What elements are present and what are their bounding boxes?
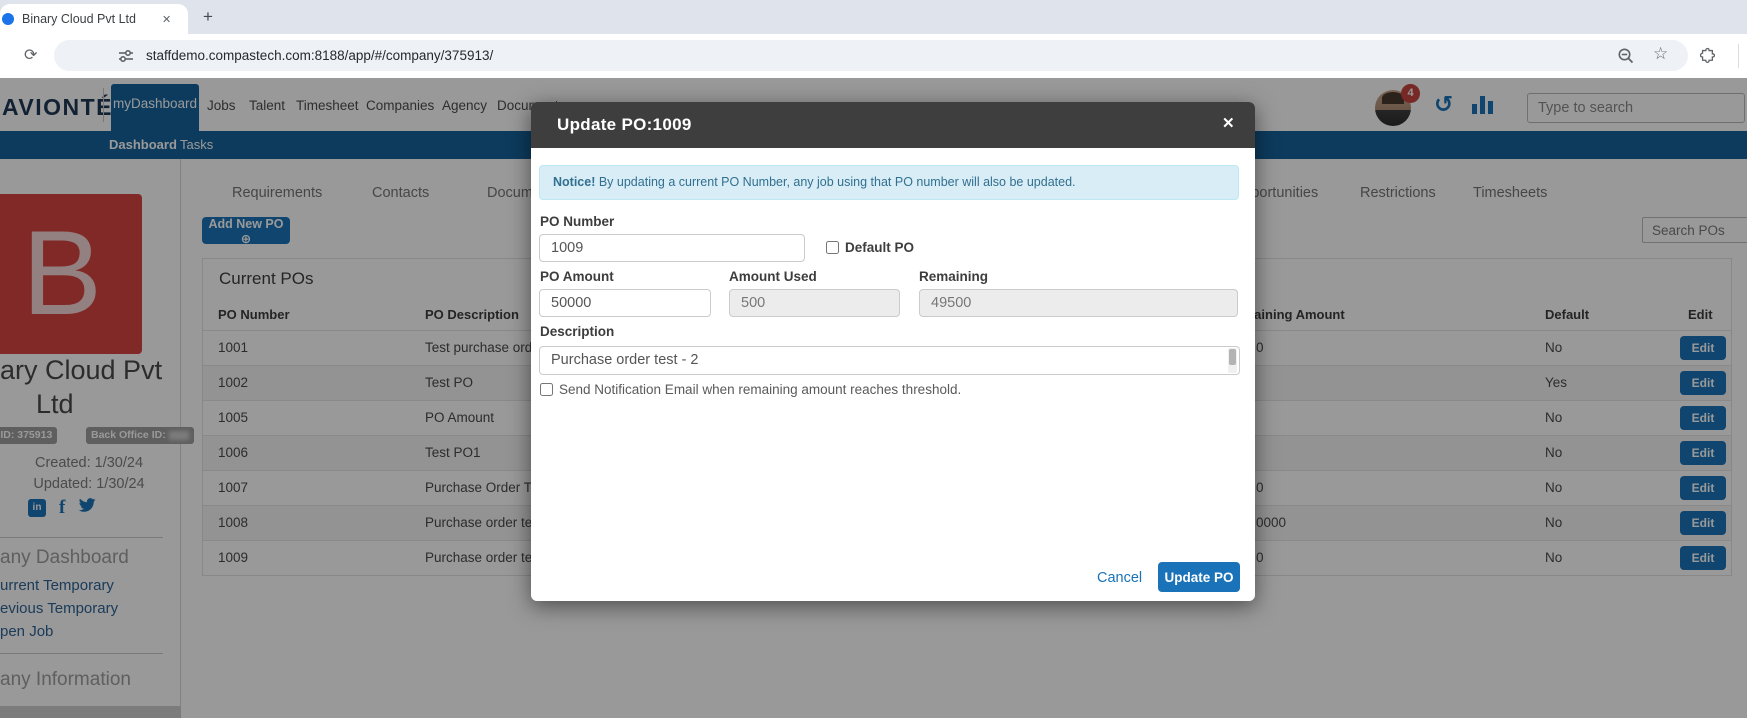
site-settings-icon[interactable] <box>118 48 134 69</box>
description-textarea[interactable]: Purchase order test - 2 <box>539 346 1240 375</box>
update-po-modal: Update PO:1009 ✕ Notice! By updating a c… <box>531 102 1255 601</box>
tab-favicon-icon <box>2 13 14 25</box>
zoom-indicator-icon[interactable] <box>1617 47 1635 70</box>
notification-checkbox[interactable] <box>540 383 553 396</box>
page: Binary Cloud Pvt Ltd ✕ + ‹ ⟳ staffdemo.c… <box>0 0 1747 718</box>
tab-title: Binary Cloud Pvt Ltd <box>22 12 160 26</box>
notice-text: By updating a current PO Number, any job… <box>595 175 1075 189</box>
default-po-checkbox[interactable] <box>826 241 839 254</box>
toolbar-separator <box>1738 44 1739 68</box>
extensions-puzzle-icon[interactable] <box>1700 46 1719 70</box>
bookmark-star-icon[interactable]: ☆ <box>1653 44 1668 64</box>
po-number-label: PO Number <box>540 214 614 229</box>
close-icon[interactable]: ✕ <box>1222 114 1235 132</box>
notice-banner: Notice! By updating a current PO Number,… <box>539 165 1239 200</box>
description-label: Description <box>540 324 614 339</box>
update-po-button[interactable]: Update PO <box>1158 562 1240 592</box>
modal-title: Update PO:1009 <box>557 115 692 135</box>
notification-label: Send Notification Email when remaining a… <box>559 382 961 397</box>
default-po-label: Default PO <box>845 240 914 255</box>
url-text[interactable]: staffdemo.compastech.com:8188/app/#/comp… <box>146 48 493 63</box>
textarea-scrollbar[interactable] <box>1228 348 1237 373</box>
tab-close-icon[interactable]: ✕ <box>162 13 171 26</box>
po-number-input[interactable] <box>539 234 805 262</box>
remaining-input <box>919 289 1238 317</box>
po-amount-input[interactable] <box>539 289 711 317</box>
browser-toolbar: ‹ ⟳ staffdemo.compastech.com:8188/app/#/… <box>0 34 1747 78</box>
po-amount-label: PO Amount <box>540 269 614 284</box>
remaining-label: Remaining <box>919 269 988 284</box>
browser-tab-strip: Binary Cloud Pvt Ltd ✕ + <box>0 0 1747 34</box>
address-bar[interactable]: staffdemo.compastech.com:8188/app/#/comp… <box>54 40 1688 71</box>
amount-used-label: Amount Used <box>729 269 817 284</box>
modal-header: Update PO:1009 ✕ <box>531 102 1255 148</box>
new-tab-button[interactable]: + <box>196 5 220 29</box>
cancel-button[interactable]: Cancel <box>1097 570 1142 586</box>
notice-bold: Notice! <box>553 175 595 189</box>
reload-icon[interactable]: ⟳ <box>24 45 37 65</box>
amount-used-input <box>729 289 900 317</box>
browser-tab[interactable]: Binary Cloud Pvt Ltd ✕ <box>0 4 188 34</box>
